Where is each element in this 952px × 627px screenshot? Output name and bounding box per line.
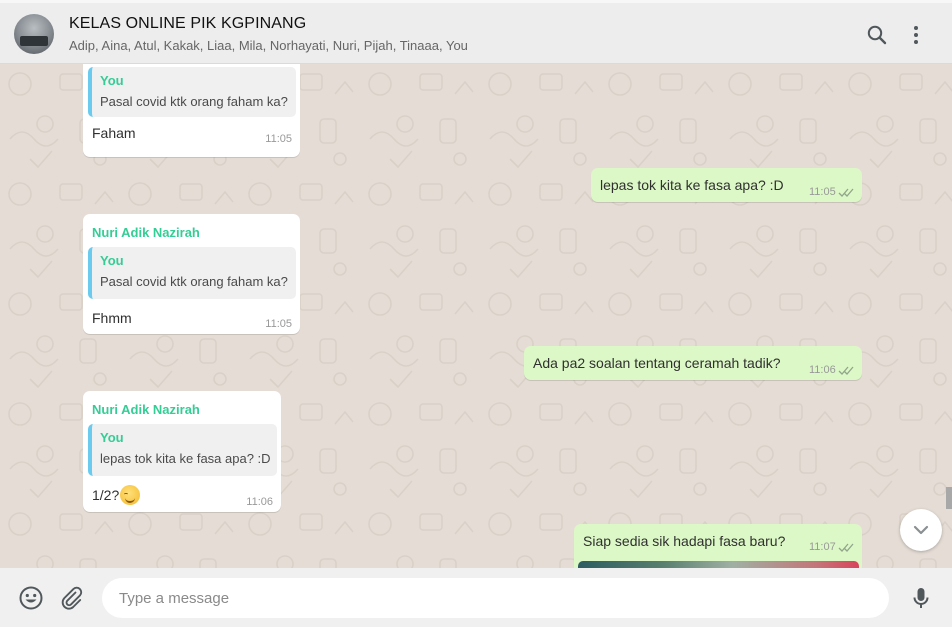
quoted-message[interactable]: You Pasal covid ktk orang faham ka? (88, 247, 296, 299)
message-text: Faham (92, 125, 136, 141)
message-time: 11:06 (809, 364, 836, 376)
message-content: 1/2? (92, 485, 141, 505)
quoted-message[interactable]: You Pasal covid ktk orang faham ka? (88, 67, 296, 117)
microphone-icon[interactable] (908, 585, 934, 611)
message-time: 11:05 (265, 133, 292, 145)
paperclip-icon[interactable] (59, 585, 85, 611)
quoted-sender: You (100, 73, 124, 88)
scrollbar-thumb[interactable] (946, 487, 952, 509)
message-incoming[interactable]: Nuri Adik Nazirah You Pasal covid ktk or… (83, 214, 300, 334)
chevron-down-icon (913, 525, 929, 535)
quoted-text: lepas tok kita ke fasa apa? :D (100, 451, 271, 466)
message-text: lepas tok kita ke fasa apa? :D (600, 177, 784, 193)
sender-name[interactable]: Nuri Adik Nazirah (92, 225, 200, 240)
message-time: 11:05 (265, 318, 292, 330)
message-incoming[interactable]: You Pasal covid ktk orang faham ka? Faha… (83, 64, 300, 157)
message-outgoing[interactable]: Ada pa2 soalan tentang ceramah tadik? 11… (524, 346, 862, 380)
group-avatar[interactable] (14, 14, 54, 54)
message-outgoing[interactable]: lepas tok kita ke fasa apa? :D 11:05 (591, 168, 862, 202)
chat-header[interactable]: KELAS ONLINE PIK KGPINANG Adip, Aina, At… (0, 0, 952, 64)
message-text: Ada pa2 soalan tentang ceramah tadik? (533, 355, 781, 371)
quoted-sender: You (100, 253, 124, 268)
participants-list[interactable]: Adip, Aina, Atul, Kakak, Liaa, Mila, Nor… (69, 38, 468, 53)
group-title[interactable]: KELAS ONLINE PIK KGPINANG (69, 15, 306, 33)
menu-dots-icon[interactable] (904, 23, 928, 47)
message-time: 11:05 (809, 186, 836, 198)
search-icon[interactable] (865, 23, 889, 47)
message-incoming[interactable]: Nuri Adik Nazirah You lepas tok kita ke … (83, 391, 281, 512)
message-text: Fhmm (92, 310, 132, 326)
quoted-sender: You (100, 430, 124, 445)
read-ticks-icon (838, 365, 854, 376)
read-ticks-icon (838, 187, 854, 198)
scroll-to-bottom-button[interactable] (900, 509, 942, 551)
image-preview[interactable] (578, 561, 859, 568)
quoted-text: Pasal covid ktk orang faham ka? (100, 94, 288, 109)
relieved-face-emoji-icon (120, 485, 141, 505)
quoted-message[interactable]: You lepas tok kita ke fasa apa? :D (88, 424, 277, 476)
message-input[interactable] (102, 578, 889, 618)
message-text: Siap sedia sik hadapi fasa baru? (583, 533, 786, 549)
read-ticks-icon (838, 542, 854, 553)
message-time: 11:07 (809, 541, 836, 553)
quoted-text: Pasal covid ktk orang faham ka? (100, 274, 288, 289)
composer-bar (0, 568, 952, 627)
sender-name[interactable]: Nuri Adik Nazirah (92, 402, 200, 417)
message-time: 11:06 (246, 496, 273, 508)
message-list[interactable]: You Pasal covid ktk orang faham ka? Faha… (0, 64, 952, 568)
message-text: 1/2? (92, 487, 120, 503)
emoji-icon[interactable] (18, 585, 44, 611)
